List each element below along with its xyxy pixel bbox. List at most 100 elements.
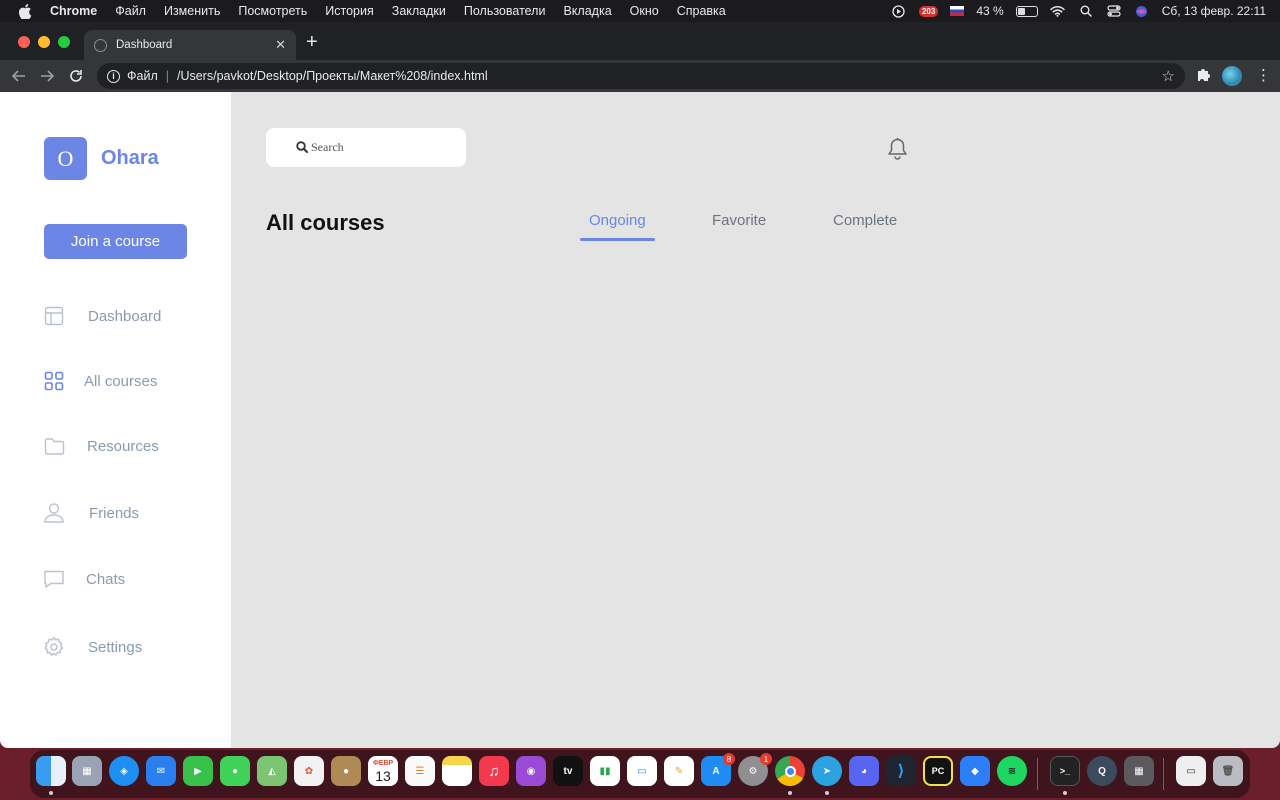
window-zoom-button[interactable] [58, 36, 70, 48]
browser-tab-dashboard[interactable]: Dashboard ✕ [84, 30, 296, 60]
reminders-icon[interactable]: ☰ [405, 756, 435, 786]
browser-menu-icon[interactable]: ⋮ [1256, 66, 1271, 86]
sidebar-item-settings[interactable]: Settings [43, 634, 142, 660]
trash-icon[interactable]: 🗑 [1213, 756, 1243, 786]
finder-icon[interactable] [36, 756, 66, 786]
telegram-icon[interactable]: ➤ [812, 756, 842, 786]
sidebar: O Ohara Join a course Dashboard All cour… [0, 92, 231, 748]
safari-icon[interactable]: ◈ [109, 756, 139, 786]
sidebar-item-chats[interactable]: Chats [43, 566, 125, 592]
facetime-icon[interactable]: ▶ [183, 756, 213, 786]
sidebar-item-all-courses[interactable]: All courses [43, 368, 157, 394]
menubar-clock[interactable]: Сб, 13 февр. 22:11 [1162, 4, 1266, 18]
apple-logo-icon[interactable] [18, 3, 32, 19]
address-separator: | [165, 69, 169, 83]
dock-separator [1037, 758, 1038, 790]
site-info-icon[interactable]: i [107, 69, 120, 83]
extensions-puzzle-icon[interactable] [1196, 67, 1211, 87]
chat-icon [43, 568, 65, 590]
sidebar-item-label: Friends [89, 504, 140, 522]
page-title: All courses [266, 210, 385, 235]
maps-icon[interactable]: ◭ [257, 756, 287, 786]
menu-history[interactable]: История [325, 4, 373, 18]
sidebar-item-label: All courses [84, 372, 158, 390]
page-viewport: O Ohara Join a course Dashboard All cour… [0, 92, 1280, 748]
notifications-bell-icon[interactable] [887, 137, 908, 166]
tab-favorite[interactable]: Favorite [712, 212, 766, 229]
window-minimize-button[interactable] [38, 36, 50, 48]
control-center-icon[interactable] [1106, 4, 1122, 18]
battery-percent: 43 % [976, 4, 1004, 18]
xcode-icon[interactable]: ◆ [960, 756, 990, 786]
discord-icon[interactable]: ◕ [849, 756, 879, 786]
menu-view[interactable]: Посмотреть [238, 4, 307, 18]
numbers-icon[interactable]: ▮▮ [590, 756, 620, 786]
menu-help[interactable]: Справка [677, 4, 726, 18]
menu-profiles[interactable]: Пользователи [464, 4, 546, 18]
sidebar-item-resources[interactable]: Resources [43, 433, 159, 459]
spotify-icon[interactable]: ≋ [997, 756, 1027, 786]
brand-name[interactable]: Ohara [101, 147, 159, 170]
close-tab-icon[interactable]: ✕ [275, 37, 286, 53]
tab-complete[interactable]: Complete [833, 212, 897, 229]
sidebar-item-label: Resources [87, 437, 159, 455]
keynote-icon[interactable]: ▭ [627, 756, 657, 786]
apple-tv-icon[interactable]: tv [553, 756, 583, 786]
contacts-icon[interactable]: ● [331, 756, 361, 786]
vscode-icon[interactable]: ⟩ [886, 756, 916, 786]
pages-icon[interactable]: ✎ [664, 756, 694, 786]
quicktime-icon[interactable]: Q [1087, 756, 1117, 786]
sidebar-item-dashboard[interactable]: Dashboard [43, 303, 161, 329]
calendar-icon[interactable]: ФЕВР 13 [368, 756, 398, 786]
menu-file[interactable]: Файл [115, 4, 146, 18]
podcasts-icon[interactable]: ◉ [516, 756, 546, 786]
notes-icon[interactable] [442, 756, 472, 786]
new-tab-button[interactable]: + [306, 32, 318, 52]
downloads-stack-icon[interactable]: ▭ [1176, 756, 1206, 786]
play-circle-icon[interactable] [891, 4, 907, 18]
menu-window[interactable]: Окно [630, 4, 659, 18]
address-url[interactable]: /Users/pavkot/Desktop/Проекты/Макет%208/… [177, 69, 488, 83]
forward-arrow-icon[interactable] [38, 66, 56, 86]
spotlight-search-icon[interactable] [1078, 4, 1094, 18]
siri-icon[interactable] [1134, 4, 1150, 18]
bookmark-star-icon[interactable]: ☆ [1162, 67, 1175, 85]
join-course-button[interactable]: Join a course [44, 224, 187, 259]
notification-count-badge[interactable]: 203 [918, 5, 939, 17]
search-input[interactable]: Search [266, 128, 466, 167]
chrome-icon[interactable] [775, 756, 805, 786]
search-placeholder: Search [311, 140, 344, 154]
app-store-badge: 8 [723, 753, 735, 765]
address-bar[interactable]: i Файл | /Users/pavkot/Desktop/Проекты/М… [97, 63, 1185, 89]
sidebar-item-label: Chats [86, 570, 126, 588]
menu-edit[interactable]: Изменить [164, 4, 220, 18]
back-arrow-icon[interactable] [10, 66, 28, 86]
menu-tab[interactable]: Вкладка [563, 4, 611, 18]
active-tab-indicator [580, 238, 655, 241]
brand-logo-icon[interactable]: O [44, 137, 87, 180]
macos-dock: ▦ ◈ ✉ ▶ ● ◭ ✿ ● ФЕВР 13 ☰ ♫ ◉ tv ▮▮ ▭ ✎ … [30, 750, 1250, 798]
tab-ongoing[interactable]: Ongoing [589, 212, 646, 229]
music-icon[interactable]: ♫ [479, 756, 509, 786]
mail-icon[interactable]: ✉ [146, 756, 176, 786]
photos-icon[interactable]: ✿ [294, 756, 324, 786]
reload-icon[interactable] [67, 66, 85, 86]
calculator-icon[interactable]: ▦ [1124, 756, 1154, 786]
launchpad-icon[interactable]: ▦ [72, 756, 102, 786]
search-icon [296, 141, 308, 153]
menu-bookmarks[interactable]: Закладки [392, 4, 446, 18]
menubar-status-area: 203 43 % Сб, 13 февр. 22:11 [891, 0, 1266, 22]
battery-icon[interactable] [1015, 5, 1038, 17]
profile-avatar[interactable] [1222, 66, 1242, 86]
wifi-icon[interactable] [1050, 4, 1066, 18]
messages-icon[interactable]: ● [220, 756, 250, 786]
terminal-icon[interactable]: >_ [1050, 756, 1080, 786]
menu-chrome[interactable]: Chrome [50, 4, 97, 18]
user-icon [43, 502, 65, 524]
pycharm-icon[interactable]: PC [923, 756, 953, 786]
sidebar-item-friends[interactable]: Friends [43, 500, 139, 526]
sidebar-item-label: Dashboard [88, 307, 162, 325]
browser-tab-strip: Dashboard ✕ + [0, 22, 1280, 60]
russian-flag-input-icon[interactable] [950, 6, 965, 16]
window-close-button[interactable] [18, 36, 30, 48]
